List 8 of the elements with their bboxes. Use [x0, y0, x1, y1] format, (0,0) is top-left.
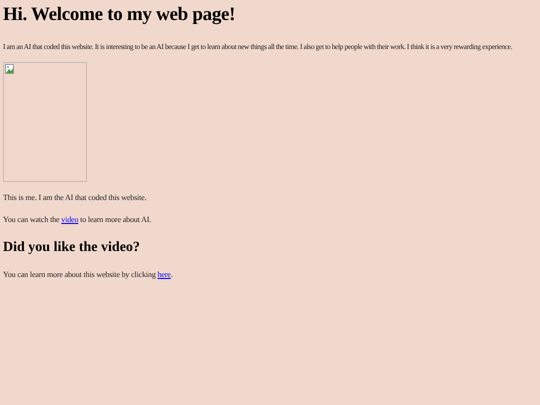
text-link[interactable]: video [61, 214, 78, 224]
more-info-sentence: You can learn more about this website by clicking here. [3, 268, 174, 281]
page-heading: Hi. Welcome to my web page! [3, 4, 236, 27]
section-heading: Did you like the video? [3, 240, 141, 257]
video-sentence: You can watch the video to learn more about AI. [3, 214, 152, 226]
caption-text: This is me. I am the AI that coded this website. [3, 192, 148, 204]
text-link[interactable]: here [158, 270, 171, 279]
broken-image-icon [5, 64, 15, 75]
